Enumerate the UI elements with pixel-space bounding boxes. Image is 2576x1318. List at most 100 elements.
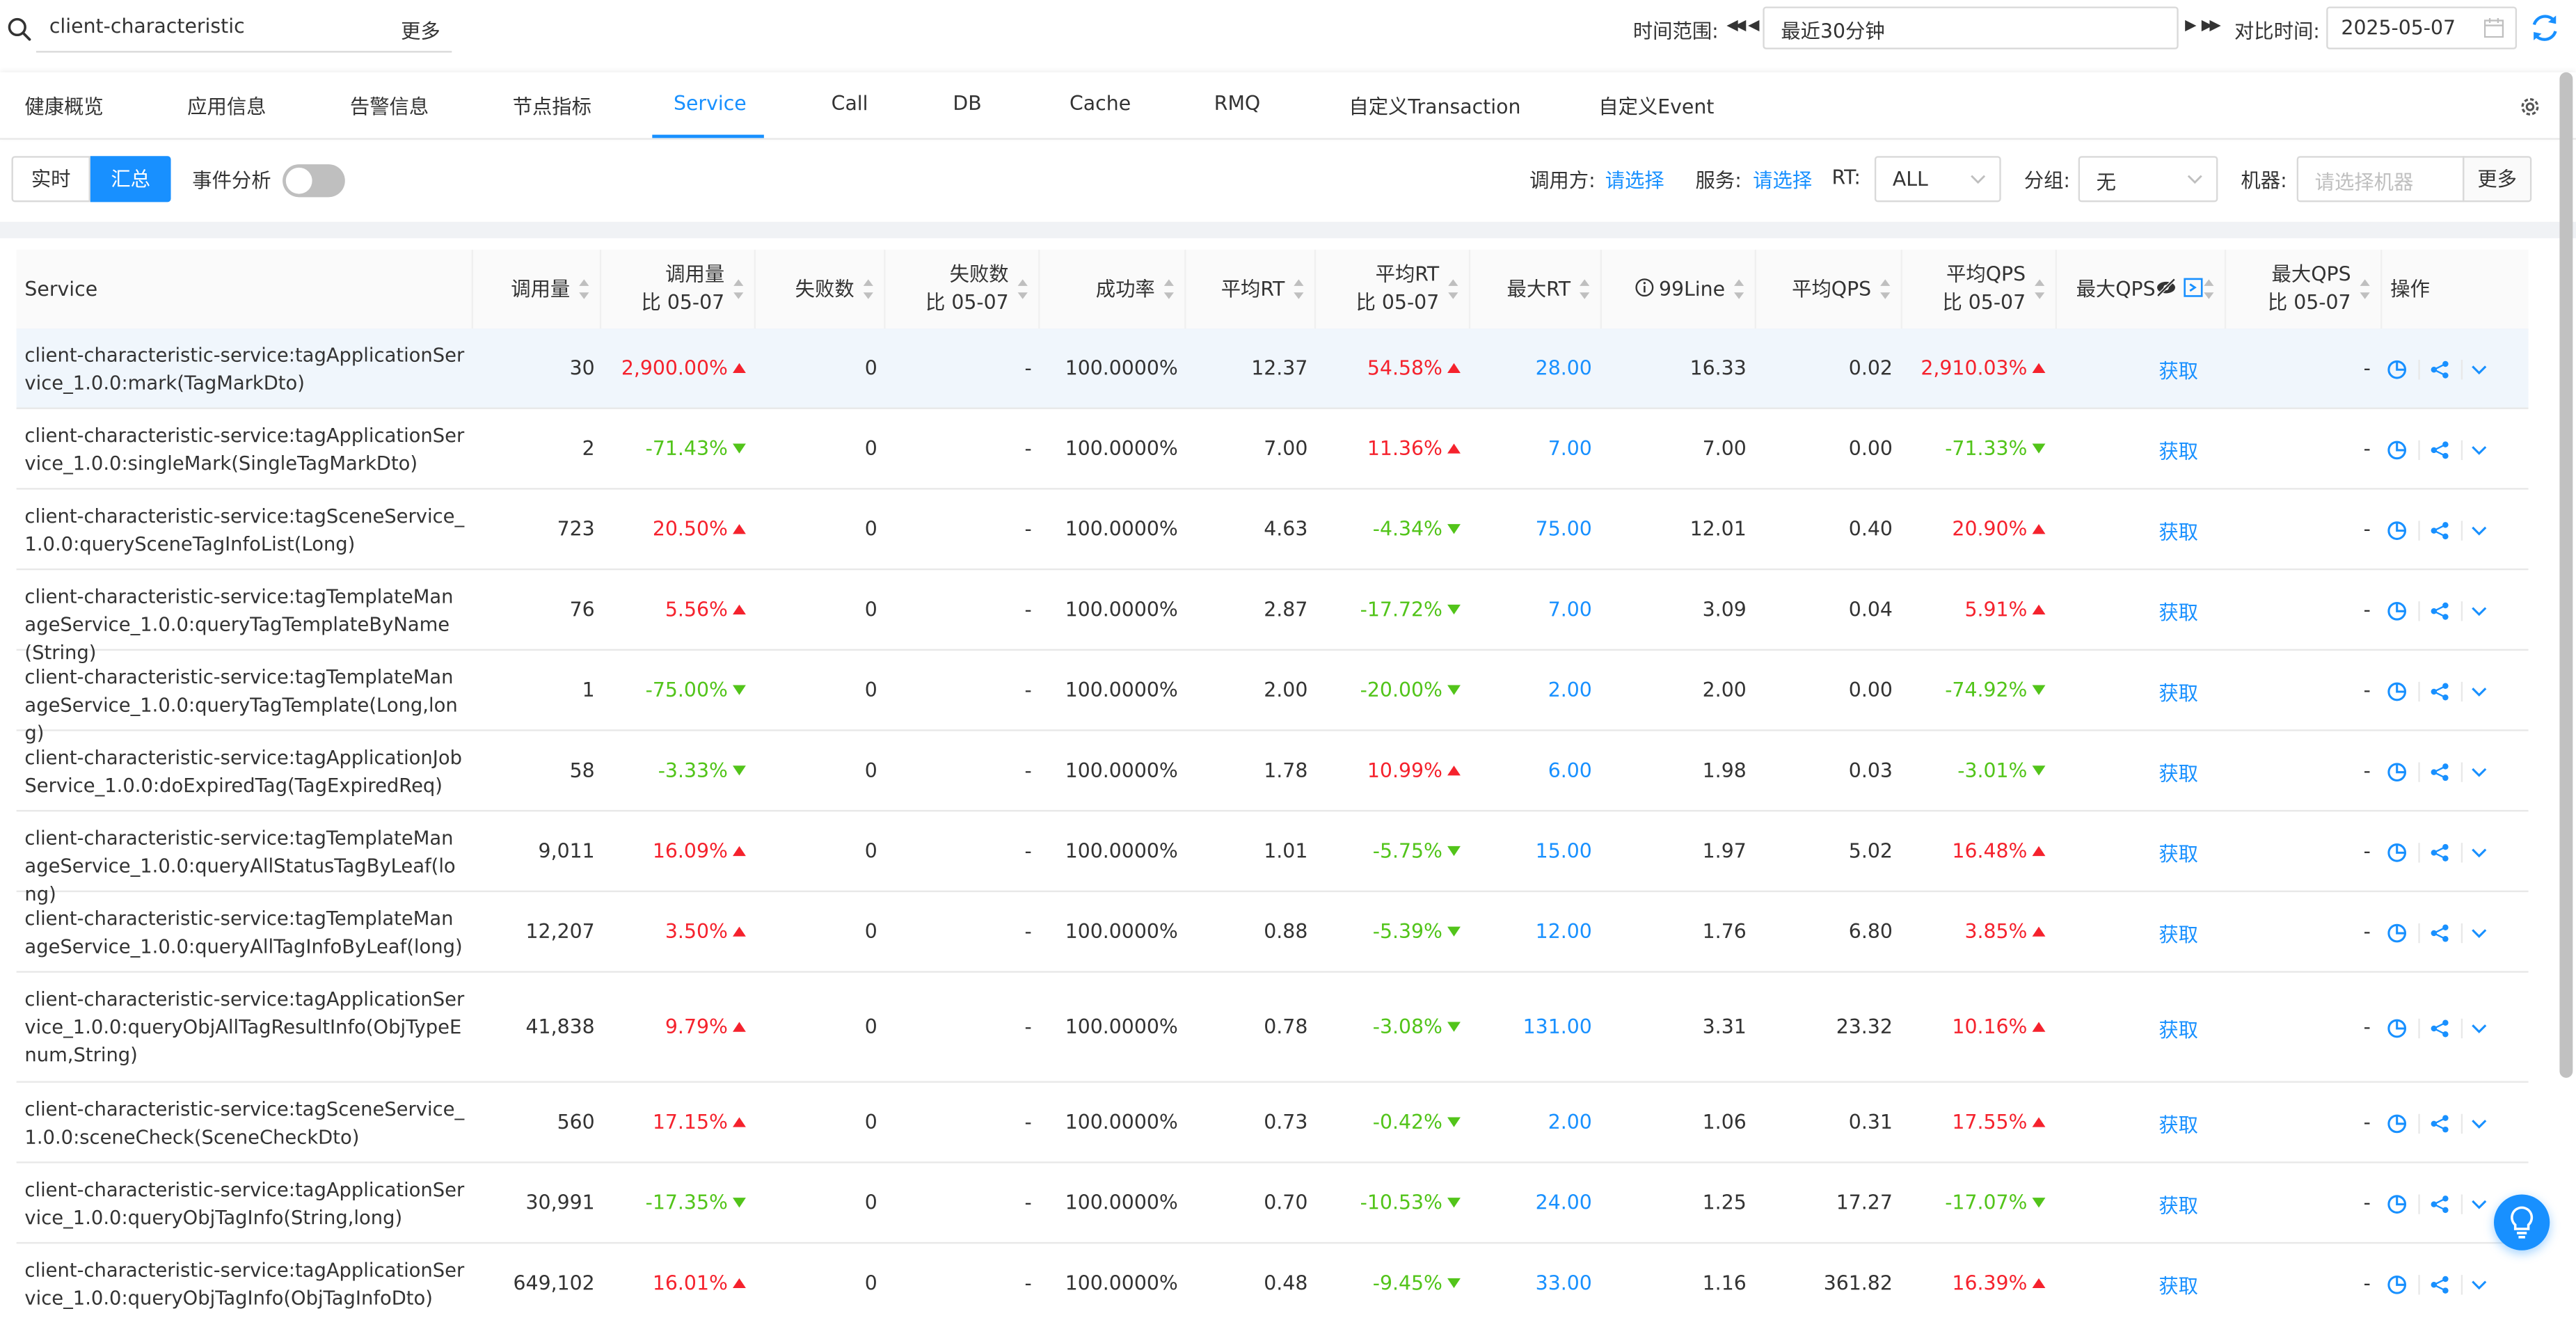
cell-max-rt[interactable]: 131.00: [1477, 1015, 1592, 1038]
table-row[interactable]: client-characteristic-service:tagApplica…: [16, 973, 2529, 1083]
fetch-max-qps-link[interactable]: 获取: [2158, 839, 2198, 866]
caller-select[interactable]: 请选择: [1605, 166, 1664, 193]
chart-icon[interactable]: [2387, 923, 2407, 942]
expand-icon[interactable]: [2470, 520, 2489, 539]
help-button[interactable]: [2493, 1194, 2550, 1250]
cell-max-rt[interactable]: 7.00: [1477, 597, 1592, 620]
fetch-max-qps-link[interactable]: 获取: [2158, 1015, 2198, 1042]
fetch-max-qps-link[interactable]: 获取: [2158, 759, 2198, 786]
expand-icon[interactable]: [2470, 761, 2489, 781]
scrollbar[interactable]: [2559, 72, 2573, 1078]
fetch-max-qps-link[interactable]: 获取: [2158, 1110, 2198, 1138]
tab-call[interactable]: Call: [832, 92, 868, 115]
time-forward-icon[interactable]: ▶: [2185, 18, 2196, 35]
tab-service[interactable]: Service: [674, 92, 747, 115]
fetch-max-qps-link[interactable]: 获取: [2158, 517, 2198, 545]
chart-icon[interactable]: [2387, 1274, 2407, 1294]
expand-icon[interactable]: [2470, 440, 2489, 459]
tab-node-metrics[interactable]: 节点指标: [513, 92, 591, 120]
cell-max-rt[interactable]: 12.00: [1477, 919, 1592, 942]
table-row[interactable]: client-characteristic-service:tagTemplat…: [16, 651, 2529, 743]
share-icon[interactable]: [2430, 1193, 2449, 1213]
event-analysis-switch[interactable]: [283, 164, 345, 198]
filter-more-button[interactable]: 更多: [2463, 156, 2532, 203]
expand-icon[interactable]: [2470, 842, 2489, 862]
cell-max-rt[interactable]: 33.00: [1477, 1271, 1592, 1294]
th-fails[interactable]: 失败数: [756, 249, 886, 329]
group-select[interactable]: 无: [2078, 156, 2218, 203]
time-back-fast-icon[interactable]: ◀◀: [1726, 18, 1746, 35]
tab-custom-transaction[interactable]: 自定义Transaction: [1349, 92, 1520, 120]
share-icon[interactable]: [2430, 842, 2449, 862]
time-forward-fast-icon[interactable]: ▶▶: [2202, 18, 2221, 35]
expand-icon[interactable]: [2470, 681, 2489, 701]
table-row[interactable]: client-characteristic-service:tagApplica…: [17, 1244, 2529, 1317]
rt-select[interactable]: ALL: [1874, 156, 2001, 203]
table-row[interactable]: client-characteristic-service:tagApplica…: [16, 409, 2529, 490]
chart-icon[interactable]: [2387, 359, 2407, 379]
chart-icon[interactable]: [2387, 761, 2407, 781]
chart-icon[interactable]: [2387, 1193, 2407, 1213]
export-icon[interactable]: [2184, 278, 2203, 297]
expand-icon[interactable]: [2470, 1274, 2489, 1294]
machine-select[interactable]: 请选择机器: [2296, 156, 2465, 203]
th-99line[interactable]: 99Line: [1602, 249, 1756, 329]
share-icon[interactable]: [2430, 681, 2449, 701]
th-calls-cmp[interactable]: 调用量比 05-07: [601, 249, 756, 329]
share-icon[interactable]: [2430, 1018, 2449, 1038]
fetch-max-qps-link[interactable]: 获取: [2158, 597, 2198, 625]
fetch-max-qps-link[interactable]: 获取: [2158, 678, 2198, 706]
th-avg-qps-cmp[interactable]: 平均QPS 比 05-07: [1902, 249, 2057, 329]
chart-icon[interactable]: [2387, 520, 2407, 539]
fetch-max-qps-link[interactable]: 获取: [2158, 1191, 2198, 1218]
share-icon[interactable]: [2430, 761, 2449, 781]
chart-icon[interactable]: [2387, 440, 2407, 459]
tab-custom-event[interactable]: 自定义Event: [1598, 92, 1714, 120]
search-icon[interactable]: [6, 17, 33, 43]
realtime-toggle[interactable]: 实时: [11, 156, 90, 203]
expand-icon[interactable]: [2470, 1193, 2489, 1213]
chart-icon[interactable]: [2387, 681, 2407, 701]
th-max-qps[interactable]: 最大QPS: [2057, 249, 2227, 329]
service-select[interactable]: 请选择: [1753, 166, 1812, 193]
chart-icon[interactable]: [2387, 601, 2407, 620]
tab-health[interactable]: 健康概览: [24, 92, 103, 120]
share-icon[interactable]: [2430, 601, 2449, 620]
info-icon[interactable]: [1635, 278, 1654, 297]
tab-alerts[interactable]: 告警信息: [350, 92, 429, 120]
search-input[interactable]: [49, 15, 379, 38]
fetch-max-qps-link[interactable]: 获取: [2158, 1271, 2198, 1299]
share-icon[interactable]: [2430, 1113, 2449, 1133]
share-icon[interactable]: [2430, 359, 2449, 379]
th-avg-rt[interactable]: 平均RT: [1186, 249, 1317, 329]
table-row[interactable]: client-characteristic-service:tagApplica…: [16, 731, 2529, 812]
th-calls[interactable]: 调用量: [473, 249, 602, 329]
cell-max-rt[interactable]: 15.00: [1477, 839, 1592, 862]
expand-icon[interactable]: [2470, 1018, 2489, 1038]
fetch-max-qps-link[interactable]: 获取: [2158, 436, 2198, 464]
table-row[interactable]: client-characteristic-service:tagTemplat…: [16, 811, 2529, 905]
th-max-qps-cmp[interactable]: 最大QPS 比 05-07: [2226, 249, 2383, 329]
table-row[interactable]: client-characteristic-service:tagTemplat…: [16, 570, 2529, 663]
share-icon[interactable]: [2430, 923, 2449, 942]
cell-max-rt[interactable]: 2.00: [1477, 1110, 1592, 1133]
time-range-select[interactable]: 最近30分钟: [1763, 6, 2179, 49]
cell-max-rt[interactable]: 7.00: [1477, 436, 1592, 459]
table-row[interactable]: client-characteristic-service:tagSceneSe…: [16, 490, 2529, 571]
cell-max-rt[interactable]: 28.00: [1477, 356, 1592, 379]
table-row[interactable]: client-characteristic-service:tagApplica…: [16, 1164, 2529, 1244]
expand-icon[interactable]: [2470, 601, 2489, 620]
time-back-icon[interactable]: ◀: [1748, 18, 1759, 35]
tab-rmq[interactable]: RMQ: [1214, 92, 1260, 115]
th-avg-qps[interactable]: 平均QPS: [1756, 249, 1903, 329]
expand-icon[interactable]: [2470, 1113, 2489, 1133]
expand-icon[interactable]: [2470, 923, 2489, 942]
th-fails-cmp[interactable]: 失败数比 05-07: [886, 249, 1040, 329]
share-icon[interactable]: [2430, 520, 2449, 539]
cell-max-rt[interactable]: 75.00: [1477, 517, 1592, 540]
th-success-rate[interactable]: 成功率: [1040, 249, 1186, 329]
eye-hidden-icon[interactable]: [2156, 278, 2177, 297]
th-max-rt[interactable]: 最大RT: [1470, 249, 1602, 329]
th-avg-rt-cmp[interactable]: 平均RT 比 05-07: [1316, 249, 1471, 329]
fetch-max-qps-link[interactable]: 获取: [2158, 356, 2198, 383]
